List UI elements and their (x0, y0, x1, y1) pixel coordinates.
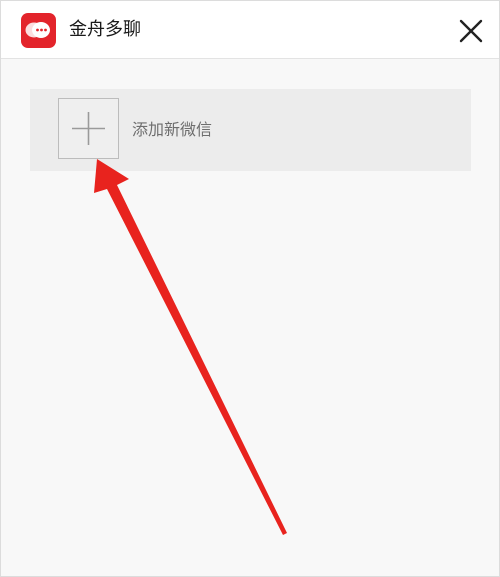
annotation-arrow (94, 159, 287, 535)
close-icon[interactable] (457, 17, 485, 45)
add-wechat-label: 添加新微信 (132, 120, 213, 139)
close-button[interactable] (457, 17, 485, 45)
chat-bubble-icon (25, 22, 50, 38)
title-bar: 金舟多聊 (1, 1, 499, 59)
app-title: 金舟多聊 (69, 19, 141, 40)
plus-icon (72, 112, 105, 145)
add-wechat-button[interactable] (58, 98, 119, 159)
app-logo (21, 13, 56, 48)
app-window: 金舟多聊 添加新微信 (0, 0, 500, 577)
add-wechat-card[interactable]: 添加新微信 (30, 89, 471, 171)
